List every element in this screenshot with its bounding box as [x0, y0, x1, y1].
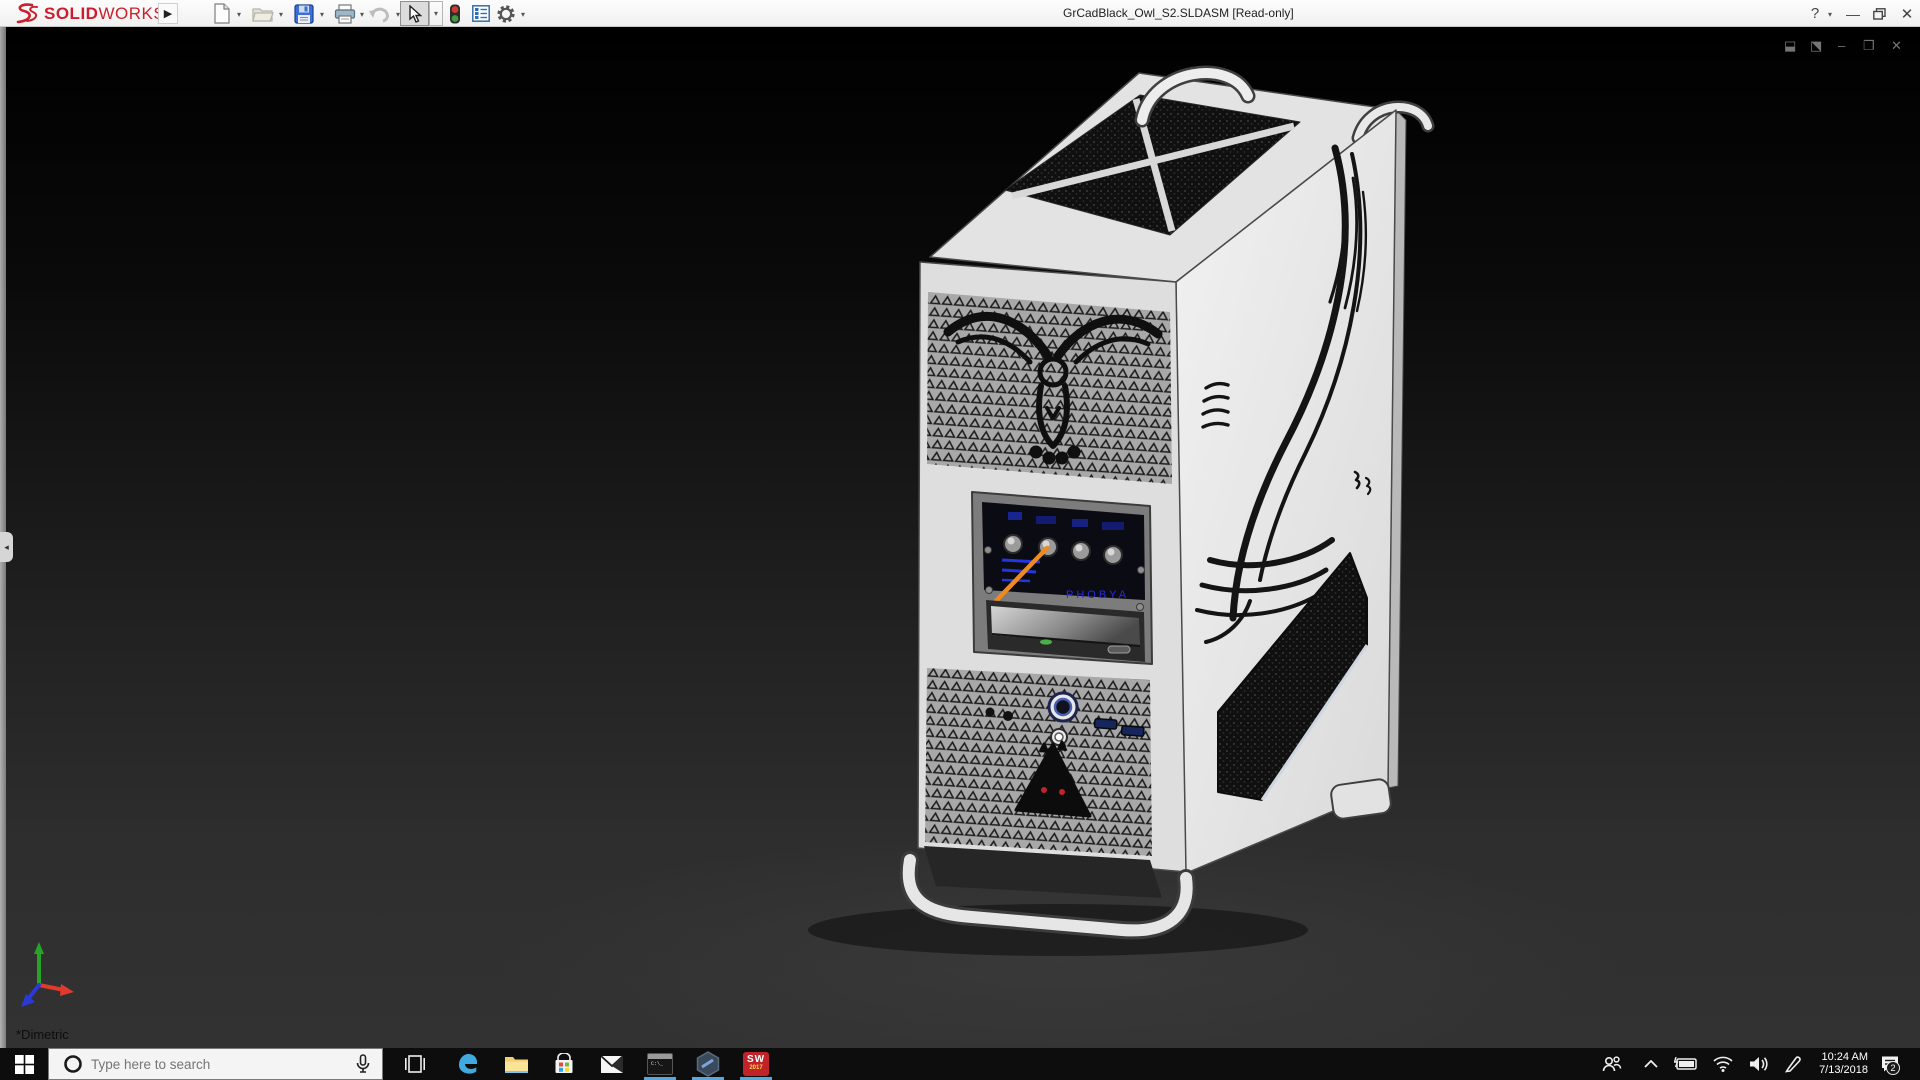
rear-foot: [1330, 778, 1392, 820]
model-canvas[interactable]: PHOBYA: [0, 27, 1920, 1048]
open-caret[interactable]: ▾: [279, 10, 283, 19]
windows-taskbar: C:\_ SW 2017: [0, 1048, 1920, 1080]
save-button[interactable]: [292, 2, 316, 25]
select-caret[interactable]: ▾: [429, 1, 443, 26]
hexagon-app-icon: [696, 1051, 720, 1077]
tray-overflow-button[interactable]: [1636, 1048, 1666, 1080]
command-prompt-button[interactable]: C:\_: [638, 1048, 682, 1080]
select-tool-button[interactable]: [400, 1, 429, 26]
print-button[interactable]: [333, 2, 357, 25]
select-cursor-icon: [408, 5, 422, 23]
people-icon: [1602, 1055, 1622, 1073]
dvd-led: [1040, 639, 1052, 644]
search-input[interactable]: [91, 1057, 356, 1072]
wifi-icon: [1713, 1056, 1733, 1072]
display-pane-button[interactable]: [471, 2, 491, 25]
edge-button[interactable]: [446, 1048, 490, 1080]
graphics-viewport[interactable]: ◂ ⬓ ⬔ – ❐ ✕: [0, 27, 1920, 1048]
battery-charging-icon: [1674, 1057, 1698, 1071]
printer-icon: [334, 4, 356, 24]
help-button[interactable]: ?: [1806, 0, 1824, 27]
task-view-button[interactable]: [393, 1048, 437, 1080]
document-title: GrCadBlack_Owl_S2.SLDASM [Read-only]: [1063, 0, 1294, 27]
edge-icon: [456, 1052, 480, 1076]
volume-button[interactable]: [1742, 1048, 1776, 1080]
volume-icon: [1749, 1056, 1769, 1072]
orientation-triad[interactable]: [21, 942, 74, 1007]
task-view-icon: [405, 1055, 425, 1073]
phobya-brand-text: PHOBYA: [1066, 589, 1129, 601]
minimize-button[interactable]: —: [1843, 0, 1863, 27]
microphone-icon[interactable]: [356, 1054, 370, 1074]
view-orientation-label: *Dimetric: [16, 1027, 69, 1042]
new-caret[interactable]: ▾: [237, 10, 241, 19]
restore-icon: [1873, 8, 1886, 20]
undo-button[interactable]: [366, 2, 392, 25]
taskbar-clock[interactable]: 10:24 AM 7/13/2018: [1800, 1048, 1868, 1080]
taskbar-search[interactable]: [48, 1048, 383, 1080]
solidworks-logo: SOLIDWORKS: [10, 0, 165, 27]
brand-wordmark: SOLIDWORKS: [44, 4, 165, 24]
microsoft-store-icon: [553, 1053, 575, 1075]
solidworks-app-icon: SW 2017: [743, 1052, 769, 1076]
file-explorer-button[interactable]: [494, 1048, 538, 1080]
save-floppy-icon: [294, 4, 314, 24]
flyout-expand-button[interactable]: ▶: [158, 3, 178, 24]
new-document-button[interactable]: [210, 2, 234, 25]
solidworks-taskbar-button[interactable]: SW 2017: [734, 1048, 778, 1080]
hexagon-app-button[interactable]: [686, 1048, 730, 1080]
notification-badge: 2: [1886, 1061, 1900, 1075]
windows-logo-icon: [15, 1055, 34, 1074]
help-caret[interactable]: ▾: [1828, 10, 1832, 19]
file-explorer-icon: [504, 1054, 529, 1074]
dvd-eject-button[interactable]: [1108, 646, 1130, 653]
traffic-light-icon: [449, 4, 461, 24]
chevron-up-icon: [1644, 1060, 1658, 1068]
options-button[interactable]: [495, 2, 517, 25]
new-document-icon: [213, 3, 231, 24]
pc-case-model[interactable]: PHOBYA: [909, 73, 1428, 930]
cortana-circle-icon: [63, 1054, 83, 1074]
close-button[interactable]: ✕: [1896, 0, 1918, 27]
performance-evaluation-button[interactable]: [446, 2, 464, 25]
gear-icon: [496, 4, 516, 24]
restore-button[interactable]: [1868, 0, 1890, 27]
store-button[interactable]: [542, 1048, 586, 1080]
mail-button[interactable]: [590, 1048, 634, 1080]
mail-icon: [600, 1055, 624, 1074]
print-caret[interactable]: ▾: [360, 10, 364, 19]
start-button[interactable]: [0, 1048, 48, 1080]
open-folder-icon: [252, 5, 274, 23]
list-pane-icon: [472, 5, 490, 22]
wifi-button[interactable]: [1706, 1048, 1740, 1080]
open-button[interactable]: [250, 2, 276, 25]
people-button[interactable]: [1596, 1048, 1628, 1080]
command-prompt-icon: C:\_: [647, 1053, 673, 1075]
undo-arrow-icon: [368, 5, 390, 23]
solidworks-logo-icon: [10, 2, 40, 26]
clock-date: 7/13/2018: [1800, 1064, 1868, 1077]
clock-time: 10:24 AM: [1800, 1051, 1868, 1064]
save-caret[interactable]: ▾: [320, 10, 324, 19]
options-caret[interactable]: ▾: [521, 10, 525, 19]
power-button[interactable]: [1049, 693, 1077, 721]
titlebar: SOLIDWORKS ▶ ▾ ▾ ▾ ▾: [0, 0, 1920, 27]
battery-button[interactable]: [1668, 1048, 1704, 1080]
